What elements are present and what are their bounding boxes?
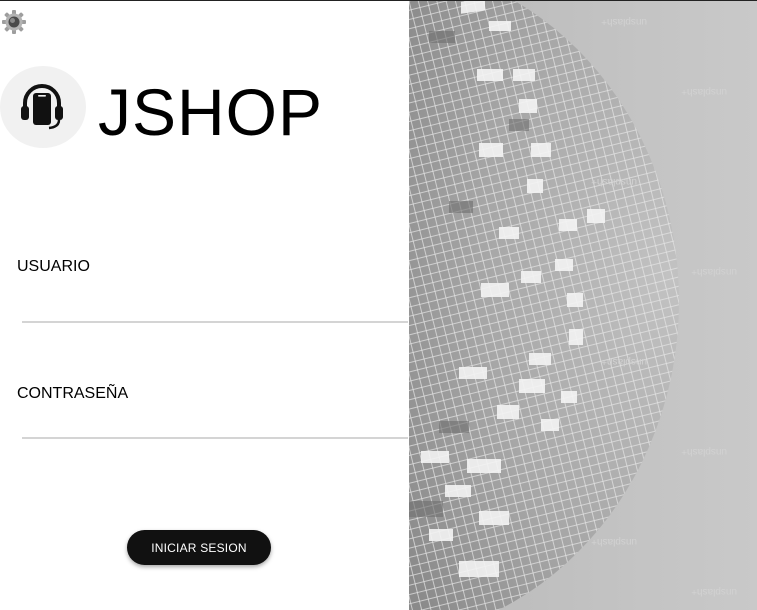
- svg-text:unsplash+: unsplash+: [681, 446, 727, 457]
- svg-text:unsplash+: unsplash+: [591, 176, 637, 187]
- svg-text:unsplash+: unsplash+: [601, 356, 647, 367]
- svg-text:unsplash+: unsplash+: [591, 536, 637, 547]
- hero-disco-ball-image: unsplash+ unsplash+ unsplash+ unsplash+ …: [409, 1, 757, 610]
- headset-phone-icon: [21, 84, 63, 130]
- username-label: USUARIO: [17, 258, 90, 275]
- login-button[interactable]: INICIAR SESION: [127, 530, 271, 565]
- gear-icon[interactable]: [1, 9, 27, 35]
- svg-text:unsplash+: unsplash+: [601, 16, 647, 27]
- brand-title: JSHOP: [98, 75, 324, 149]
- password-label: CONTRASEÑA: [17, 385, 129, 402]
- password-input[interactable]: [22, 411, 408, 439]
- svg-text:unsplash+: unsplash+: [691, 266, 737, 277]
- username-input[interactable]: [22, 295, 408, 323]
- svg-text:unsplash+: unsplash+: [681, 86, 727, 97]
- logo-badge: [0, 66, 86, 148]
- svg-text:unsplash+: unsplash+: [691, 586, 737, 597]
